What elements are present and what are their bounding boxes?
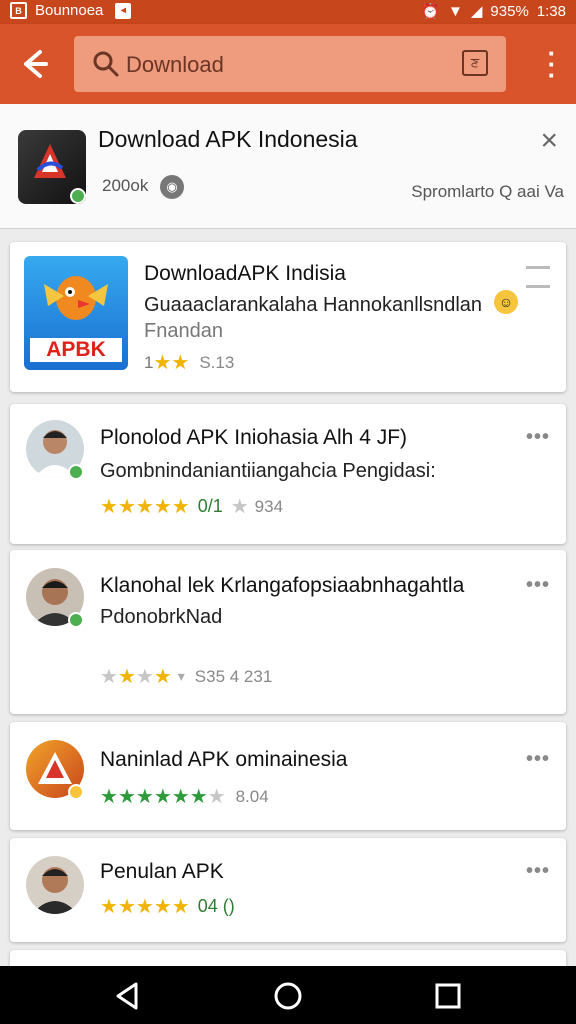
voice-search-icon[interactable]: ਣ <box>462 50 488 76</box>
rating-value: 0/1 <box>197 496 223 516</box>
star-icon: ★ <box>135 496 154 518</box>
result-desc: PdonobrkNad <box>100 606 223 628</box>
result-title: Klanohal lek Krlangafopsiaabnhagahtla <box>100 574 465 597</box>
star-icon: ★ <box>135 666 154 688</box>
star-icon: ★ <box>153 352 172 374</box>
result-rating: ★ ★ ★ ★ ★ ★ ★ 8.04 <box>100 784 269 809</box>
online-status-icon <box>68 612 84 628</box>
close-icon[interactable]: × <box>540 124 558 158</box>
result-card[interactable]: Naninlad APK ominainesia ★ ★ ★ ★ ★ ★ ★ 8.04 ••… <box>10 722 566 830</box>
arrow-back-icon[interactable] <box>14 44 54 84</box>
star-icon: ★ <box>117 666 136 688</box>
top-app-card[interactable]: Download APK Indonesia 200ok ◉ × Spromla… <box>0 104 576 229</box>
result-title: Naninlad APK ominainesia <box>100 748 348 771</box>
star-icon: ★ <box>117 896 136 918</box>
battery-text: 935% <box>490 2 529 20</box>
star-icon: ★ <box>153 666 172 688</box>
star-icon: ★ <box>171 496 190 518</box>
wifi-icon: ▼ <box>448 2 463 20</box>
home-nav-icon[interactable] <box>272 980 304 1012</box>
star-icon: ★ <box>189 786 208 808</box>
star-icon: ★ <box>100 896 118 918</box>
back-nav-icon[interactable] <box>112 980 144 1012</box>
featured-title: DownloadAPK Indisia <box>144 262 346 285</box>
star-icon: ★ <box>117 786 136 808</box>
overflow-menu-icon[interactable]: · · · <box>542 40 562 88</box>
search-query: Download <box>126 52 224 77</box>
recents-nav-icon[interactable] <box>432 980 464 1012</box>
alarm-icon: ⏰ <box>421 3 441 20</box>
result-card[interactable]: Klanohal lek Krlangafopsiaabnhagahtla Pd… <box>10 550 566 714</box>
star-icon: ★ <box>100 496 118 518</box>
result-title: Penulan APK <box>100 860 224 883</box>
star-icon: ★ <box>207 786 226 808</box>
app-downloads: 200ok <box>102 176 149 195</box>
star-icon: ★ <box>135 896 154 918</box>
status-app-name: Bounnoea <box>35 2 104 19</box>
star-icon: ★ <box>171 786 190 808</box>
app-meta: Spromlarto Q aai Va <box>411 182 564 201</box>
emoji-badge-icon: ☺ <box>494 290 518 314</box>
more-options-icon[interactable]: ••• <box>526 860 550 883</box>
verified-badge <box>70 188 86 204</box>
avatar <box>26 856 84 914</box>
review-count: 8.04 <box>235 786 269 806</box>
featured-result-card[interactable]: APBK DownloadAPK Indisia Guaaaclarankala… <box>10 242 566 392</box>
status-bar: B Bounnoea ◂ ⏰ ▼ ◢ 935% 1:38 <box>0 0 576 24</box>
app-notification-icon: B <box>10 2 27 19</box>
featured-desc: Guaaaclarankalaha Hannokanllsndlan <box>144 294 483 316</box>
search-icon <box>93 51 119 77</box>
signal-icon: ◢ <box>470 3 483 20</box>
star-icon: ★ <box>153 786 172 808</box>
star-icon: ★ <box>153 496 172 518</box>
app-title: Download APK Indonesia <box>98 126 358 152</box>
notification-icon: ◂ <box>115 2 132 19</box>
featured-count: S.13 <box>199 352 235 372</box>
clock: 1:38 <box>536 2 566 20</box>
rating-prefix: 1 <box>144 352 154 372</box>
system-navigation-bar <box>0 966 576 1024</box>
apbk-icon-text: APBK <box>30 338 122 362</box>
drag-handle-icon[interactable] <box>526 266 550 288</box>
more-options-icon[interactable]: ••• <box>526 426 550 449</box>
star-icon: ★ <box>171 896 190 918</box>
result-rating: ★ ★ ★ ★ ★ 0/1 ★ 934 <box>100 494 283 519</box>
result-rating: ★ ★ ★ ★ ▾ S35 4 231 <box>100 664 272 689</box>
app-bar: Download ਣ · · · <box>0 24 576 104</box>
review-count: S35 4 231 <box>194 666 273 686</box>
online-status-icon <box>68 464 84 480</box>
star-icon: ★ <box>135 786 154 808</box>
featured-rating: 1 ★ ★ S.13 <box>144 350 234 375</box>
featured-subtext: Fnandan <box>144 320 223 342</box>
emoji-badge-icon <box>68 784 84 800</box>
apbk-app-icon: APBK <box>24 256 128 370</box>
result-rating: ★ ★ ★ ★ ★ 04 () <box>100 894 235 919</box>
star-icon: ★ <box>100 666 118 688</box>
star-icon: ★ <box>230 496 249 518</box>
info-icon[interactable]: ◉ <box>160 175 184 199</box>
result-card[interactable]: Penulan APK ★ ★ ★ ★ ★ 04 () ••• <box>10 838 566 942</box>
dropdown-chevron-icon: ▾ <box>177 668 185 684</box>
star-icon: ★ <box>117 496 136 518</box>
more-options-icon[interactable]: ••• <box>526 748 550 771</box>
rating-value: 04 () <box>197 896 235 916</box>
search-input[interactable]: Download ਣ <box>74 36 506 92</box>
result-title: Plonolod APK Iniohasia Alh 4 JF) <box>100 426 408 449</box>
more-options-icon[interactable]: ••• <box>526 574 550 597</box>
star-icon: ★ <box>153 896 172 918</box>
app-icon <box>18 130 86 204</box>
result-card[interactable]: Plonolod APK Iniohasia Alh 4 JF) Gombnin… <box>10 404 566 544</box>
star-icon: ★ <box>100 786 118 808</box>
result-desc: Gombnindaniantiiangahcia Pengidasi: <box>100 460 436 482</box>
review-count: 934 <box>254 496 284 516</box>
star-icon: ★ <box>171 352 190 374</box>
